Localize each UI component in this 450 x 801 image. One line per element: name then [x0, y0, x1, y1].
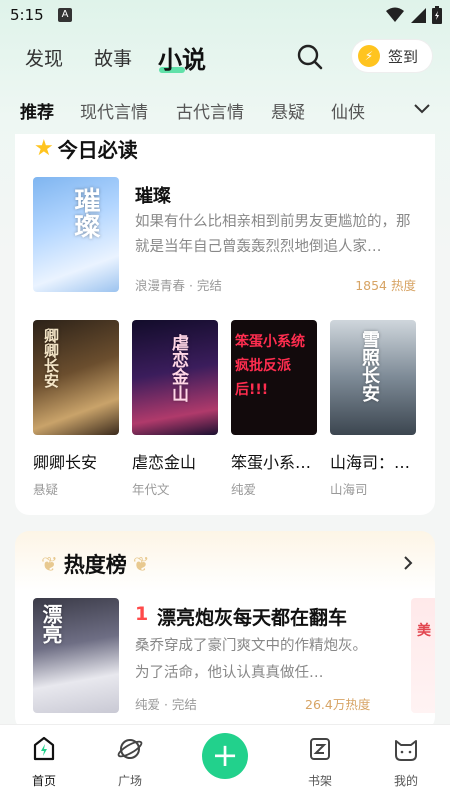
ranking-book-meta: 纯爱 · 完结: [135, 697, 197, 712]
nav-home[interactable]: 首页: [14, 735, 74, 789]
signin-label: 签到: [388, 47, 419, 66]
next-book-cover-text: 美: [417, 623, 431, 639]
nav-mine-label: 我的: [393, 774, 418, 788]
featured-book-cover[interactable]: 璀璨: [33, 177, 119, 292]
featured-cover-text: 璀璨: [70, 187, 100, 239]
notification-badge: A: [58, 8, 72, 22]
tab-novels[interactable]: 小说: [158, 40, 206, 75]
create-button[interactable]: +: [202, 733, 248, 779]
laurel-right-icon: ❦: [132, 552, 150, 576]
book-item[interactable]: 虐恋金山 虐恋金山 年代文: [132, 320, 218, 498]
category-recommend[interactable]: 推荐: [20, 98, 54, 123]
book-cover-text: 笨蛋小系统 疯批反派 后!!!: [235, 334, 305, 398]
book-item[interactable]: 卿卿长安 卿卿长安 悬疑: [33, 320, 119, 498]
chevron-down-icon[interactable]: [412, 100, 432, 116]
ranking-book-desc: 桑乔穿成了豪门爽文中的作精炮灰。为了活命，他认认真真做任…: [135, 638, 367, 681]
ranking-card: ❦ 热度榜 ❦ 漂亮 1 漂亮炮灰每天都在翻车 桑乔穿成了豪门爽文中的作精炮灰。…: [15, 531, 435, 731]
book-title: 山海司：…: [330, 453, 411, 472]
rank-number: 1: [135, 603, 149, 625]
featured-book-title[interactable]: 璀璨: [135, 182, 171, 208]
book-tag: 纯爱: [231, 482, 257, 497]
book-cover-text: 雪照长安: [359, 330, 380, 402]
book-cover: 笨蛋小系统 疯批反派 后!!!: [231, 320, 317, 435]
chevron-right-icon[interactable]: [403, 555, 413, 571]
book-title: 笨蛋小系…: [231, 453, 312, 472]
book-title: 卿卿长安: [33, 453, 98, 472]
laurel-left-icon: ❦: [41, 552, 58, 576]
nav-square[interactable]: 广场: [100, 735, 160, 789]
category-modern-romance[interactable]: 现代言情: [80, 98, 148, 123]
book-tag: 悬疑: [33, 482, 59, 497]
status-time: 5:15: [10, 6, 44, 24]
tab-stories[interactable]: 故事: [94, 44, 132, 71]
book-cover-text: 卿卿长安: [42, 328, 60, 388]
ranking-title-text: 热度榜: [63, 553, 127, 577]
featured-book-meta: 浪漫青春 · 完结: [135, 278, 222, 293]
status-bar: 5:15 A: [0, 0, 450, 32]
status-icons: [386, 6, 442, 24]
signal-icon: [411, 8, 426, 23]
category-xianxia[interactable]: 仙侠: [331, 98, 365, 123]
book-cover: 雪照长安: [330, 320, 416, 435]
cat-profile-icon: [395, 740, 417, 761]
battery-icon: [432, 6, 442, 24]
today-title-text: 今日必读: [57, 138, 138, 162]
featured-book-heat: 1854 热度: [355, 278, 416, 293]
ranking-book-title[interactable]: 漂亮炮灰每天都在翻车: [157, 603, 347, 630]
category-ancient-romance[interactable]: 古代言情: [176, 98, 244, 123]
nav-home-label: 首页: [31, 774, 56, 788]
nav-bookshelf[interactable]: 书架: [290, 735, 350, 789]
wifi-icon: [386, 7, 404, 22]
category-suspense[interactable]: 悬疑: [271, 98, 305, 123]
search-icon[interactable]: [296, 43, 324, 71]
ranking-book-cover[interactable]: 漂亮: [33, 598, 119, 713]
book-cover: 卿卿长安: [33, 320, 119, 435]
next-book-cover[interactable]: 美: [411, 598, 435, 713]
book-tag: 山海司: [330, 482, 368, 497]
book-item[interactable]: 笨蛋小系统 疯批反派 后!!! 笨蛋小系… 纯爱: [231, 320, 317, 498]
ranking-title[interactable]: ❦ 热度榜 ❦: [35, 549, 156, 579]
star-icon: ★: [34, 136, 54, 161]
today-card: ★ 今日必读 璀璨 璀璨 如果有什么比相亲相到前男友更尴尬的，那就是当年自己曾轰…: [15, 134, 435, 515]
featured-book-desc: 如果有什么比相亲相到前男友更尴尬的，那就是当年自己曾轰轰烈烈地倒追人家…: [135, 214, 411, 255]
tab-discover[interactable]: 发现: [25, 44, 63, 71]
nav-mine[interactable]: 我的: [376, 735, 436, 789]
bookshelf-icon: [310, 738, 330, 760]
book-tag: 年代文: [132, 482, 170, 497]
ranking-book-heat: 26.4万热度: [305, 697, 371, 712]
ranking-cover-text: 漂亮: [39, 604, 63, 644]
home-icon: [33, 736, 55, 761]
nav-bookshelf-label: 书架: [307, 774, 332, 788]
book-cover-text: 虐恋金山: [168, 334, 188, 402]
bottom-nav: 首页 广场 + 书架 我的: [0, 724, 450, 801]
lightning-coin-icon: ⚡: [358, 45, 380, 67]
category-tabs: 推荐 现代言情 古代言情 悬疑 仙侠: [0, 90, 450, 126]
book-cover: 虐恋金山: [132, 320, 218, 435]
planet-icon: [117, 739, 143, 759]
nav-square-label: 广场: [117, 774, 142, 788]
top-nav: 发现 故事 小说 ⚡ 签到: [0, 32, 450, 82]
signin-button[interactable]: ⚡ 签到: [352, 40, 432, 72]
today-title: ★ 今日必读: [34, 134, 138, 163]
book-title: 虐恋金山: [132, 453, 197, 472]
book-item[interactable]: 雪照长安 山海司：… 山海司: [330, 320, 416, 498]
